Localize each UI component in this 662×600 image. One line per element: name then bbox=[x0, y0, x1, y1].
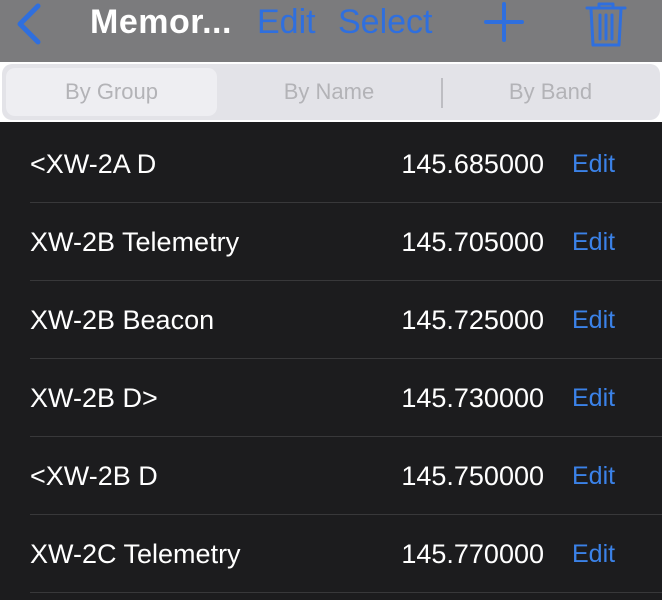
list-item[interactable]: <XW-2A D 145.685000 Edit bbox=[0, 125, 662, 203]
list-item[interactable]: XW-2B D> 145.730000 Edit bbox=[0, 359, 662, 437]
list-item[interactable]: XW-2B Telemetry 145.705000 Edit bbox=[0, 203, 662, 281]
row-edit-button[interactable]: Edit bbox=[572, 281, 615, 359]
list-item[interactable]: XW-2B Beacon 145.725000 Edit bbox=[0, 281, 662, 359]
segment-by-band[interactable]: By Band bbox=[445, 68, 656, 116]
memory-frequency: 145.705000 bbox=[401, 227, 544, 257]
plus-icon bbox=[484, 2, 524, 42]
trash-icon bbox=[585, 2, 627, 47]
row-edit-button[interactable]: Edit bbox=[572, 515, 615, 593]
memory-frequency: 145.725000 bbox=[401, 305, 544, 335]
segment-by-group[interactable]: By Group bbox=[6, 68, 217, 116]
edit-button[interactable]: Edit bbox=[257, 2, 316, 42]
delete-button[interactable] bbox=[584, 0, 628, 48]
memory-frequency: 145.730000 bbox=[401, 383, 544, 413]
list-item[interactable]: <XW-2B D 145.750000 Edit bbox=[0, 437, 662, 515]
row-edit-button[interactable]: Edit bbox=[572, 437, 615, 515]
list-item[interactable]: XW-2C Telemetry 145.770000 Edit bbox=[0, 515, 662, 593]
segmented-control: By Group By Name By Band bbox=[2, 64, 660, 120]
add-button[interactable] bbox=[482, 0, 526, 44]
memory-name: XW-2B D> bbox=[30, 383, 158, 413]
segment-by-name[interactable]: By Name bbox=[221, 68, 437, 116]
memory-name: XW-2B Telemetry bbox=[30, 227, 240, 257]
memory-name: XW-2B Beacon bbox=[30, 305, 215, 335]
memory-frequency: 145.685000 bbox=[401, 149, 544, 179]
row-edit-button[interactable]: Edit bbox=[572, 203, 615, 281]
memory-name: <XW-2B D bbox=[30, 461, 158, 491]
memory-name: <XW-2A D bbox=[30, 149, 157, 179]
row-edit-button[interactable]: Edit bbox=[572, 359, 615, 437]
page-title: Memor... bbox=[90, 3, 232, 41]
chevron-left-icon bbox=[17, 3, 41, 45]
select-button[interactable]: Select bbox=[338, 2, 433, 42]
memory-frequency: 145.770000 bbox=[401, 539, 544, 569]
segment-bar: By Group By Name By Band bbox=[0, 62, 662, 122]
back-button[interactable] bbox=[12, 2, 48, 46]
row-edit-button[interactable]: Edit bbox=[572, 125, 615, 203]
memory-name: XW-2C Telemetry bbox=[30, 539, 241, 569]
row-divider bbox=[30, 592, 662, 593]
segment-divider bbox=[441, 78, 443, 108]
memory-frequency: 145.750000 bbox=[401, 461, 544, 491]
navigation-bar: Memor... Edit Select bbox=[0, 0, 662, 62]
